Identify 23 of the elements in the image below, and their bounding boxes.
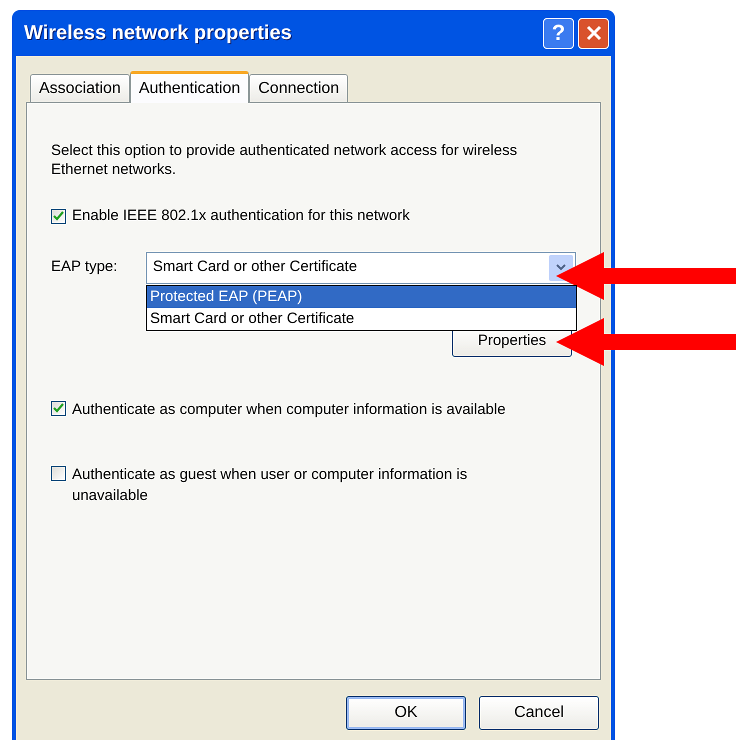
window-title: Wireless network properties — [24, 21, 293, 46]
checkmark-icon — [53, 403, 64, 413]
eap-type-dropdown[interactable]: Smart Card or other Certificate — [146, 252, 576, 284]
checkbox[interactable] — [51, 208, 66, 224]
close-icon — [584, 24, 602, 42]
eap-type-label: EAP type: — [51, 257, 118, 278]
checkbox[interactable] — [51, 466, 66, 480]
close-button[interactable] — [578, 18, 609, 48]
checkbox-label: Authenticate as guest when user or computer information is unavailable — [72, 464, 468, 506]
chevron-down-icon — [556, 264, 566, 271]
checkbox-label: Enable IEEE 802.1x authentication for this network — [72, 206, 410, 226]
checkbox-label: Authenticate as computer when computer information is available — [72, 400, 507, 420]
dropdown-option[interactable]: Protected EAP (PEAP) — [147, 286, 576, 308]
tab[interactable]: Association — [30, 74, 130, 102]
dialog-button[interactable]: Cancel — [479, 696, 599, 730]
checkbox[interactable] — [51, 400, 66, 416]
dropdown-value: Smart Card or other Certificate — [152, 257, 358, 278]
tab[interactable]: Authentication — [130, 71, 250, 103]
help-button[interactable]: ? — [543, 18, 574, 48]
checkmark-icon — [53, 211, 64, 222]
description-text: Select this option to provide authenticated network access for wireless Ethernet networks. — [51, 141, 518, 179]
dialog-button[interactable]: OK — [346, 696, 466, 730]
tab[interactable]: Connection — [249, 74, 348, 102]
